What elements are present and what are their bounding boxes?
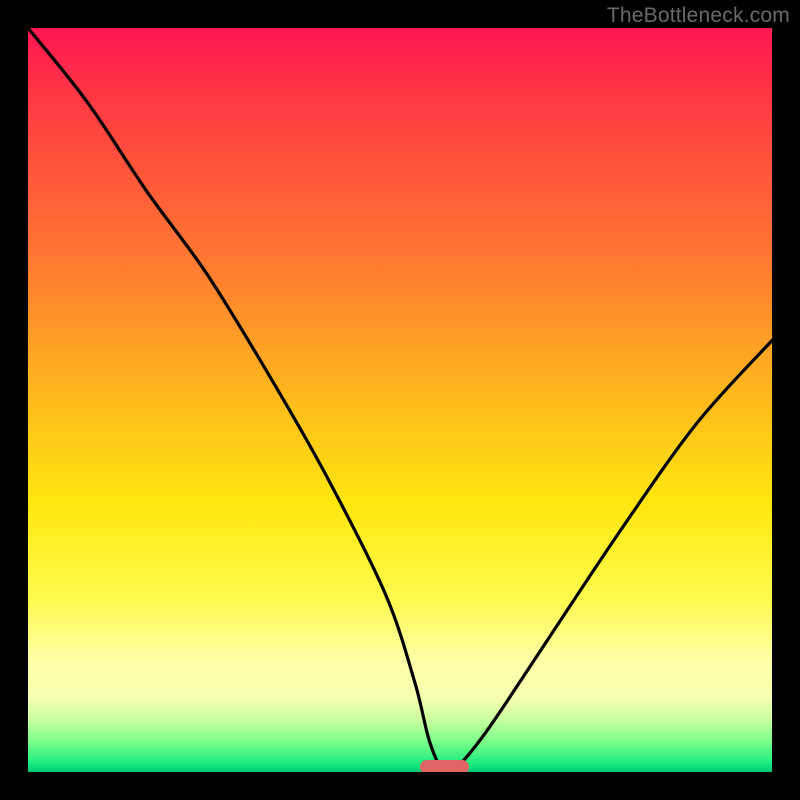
curve-path (28, 28, 772, 772)
watermark-label: TheBottleneck.com (607, 4, 790, 28)
plot-area (28, 28, 772, 772)
optimal-marker (420, 760, 468, 772)
bottleneck-curve (28, 28, 772, 772)
chart-frame: TheBottleneck.com (0, 0, 800, 800)
